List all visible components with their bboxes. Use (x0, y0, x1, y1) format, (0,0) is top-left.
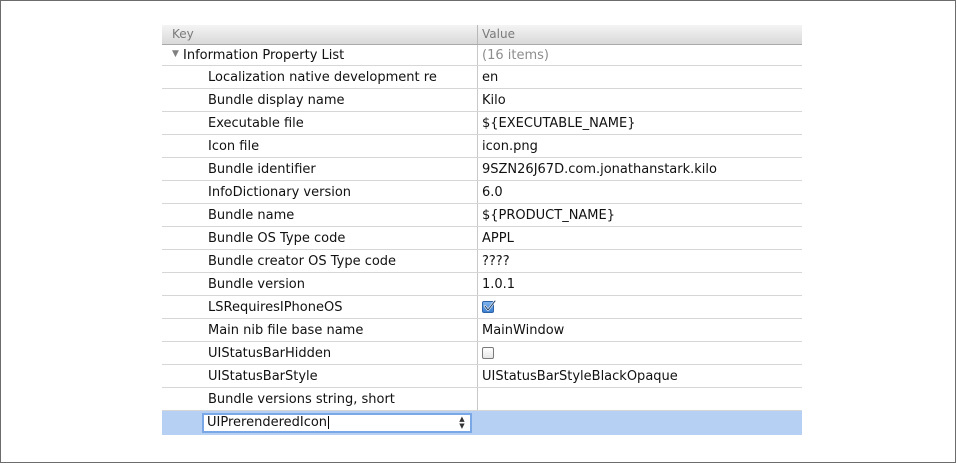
value-cell: MainWindow (477, 319, 802, 341)
checkbox-checked[interactable] (482, 299, 497, 313)
key-cell: Bundle versions string, short (208, 392, 395, 407)
table-row[interactable]: Bundle identifier 9SZN26J67D.com.jonathan… (162, 158, 802, 181)
value-cell: 6.0 (477, 181, 802, 203)
key-cell: Bundle version (208, 277, 306, 292)
value-cell: 9SZN26J67D.com.jonathanstark.kilo (477, 158, 802, 180)
value-cell (477, 388, 802, 410)
key-cell: UIStatusBarHidden (208, 346, 332, 361)
value-cell: UIStatusBarStyleBlackOpaque (477, 365, 802, 387)
value-cell: ${PRODUCT_NAME} (477, 204, 802, 226)
key-cell: Main nib file base name (208, 323, 364, 338)
table-row[interactable]: LSRequiresIPhoneOS (162, 296, 802, 319)
editing-value-cell[interactable] (477, 411, 802, 435)
key-cell: Bundle display name (208, 93, 345, 108)
value-cell: 1.0.1 (477, 273, 802, 295)
value-cell: APPL (477, 227, 802, 249)
value-cell (477, 342, 802, 364)
value-column-header[interactable]: Value (477, 25, 802, 44)
table-row[interactable]: Bundle name ${PRODUCT_NAME} (162, 204, 802, 227)
table-row[interactable]: Bundle versions string, short (162, 388, 802, 411)
editing-key-cell: UIPrerenderedIcon ▲ ▼ (162, 411, 477, 435)
table-row[interactable]: UIStatusBarHidden (162, 342, 802, 365)
key-cell: Localization native development re (208, 70, 437, 85)
column-header: Key Value (162, 25, 802, 45)
checkmark-icon (483, 299, 497, 311)
triangle-down-icon[interactable]: ▼ (172, 45, 183, 65)
table-row[interactable]: UIStatusBarStyle UIStatusBarStyleBlackOpa… (162, 365, 802, 388)
property-list-editor: Key Value ▼ Information Property List (16… (162, 25, 802, 437)
value-cell: ${EXECUTABLE_NAME} (477, 112, 802, 134)
table-row[interactable]: Icon file icon.png (162, 135, 802, 158)
key-cell: UIStatusBarStyle (208, 369, 318, 384)
value-cell: Kilo (477, 89, 802, 111)
value-cell: icon.png (477, 135, 802, 157)
value-cell: en (477, 66, 802, 88)
text-caret (328, 416, 330, 429)
table-row[interactable]: Bundle creator OS Type code???? (162, 250, 802, 273)
key-input-value: UIPrerenderedIcon (207, 415, 328, 430)
key-cell: LSRequiresIPhoneOS (208, 300, 343, 315)
table-row[interactable]: Bundle OS Type code APPL (162, 227, 802, 250)
table-row[interactable]: Localization native development re en (162, 66, 802, 89)
key-cell: Bundle identifier (208, 162, 316, 177)
key-cell: Bundle OS Type code (208, 231, 346, 246)
editing-row[interactable]: UIPrerenderedIcon ▲ ▼ (162, 411, 802, 435)
table-row[interactable]: Bundle version 1.0.1 (162, 273, 802, 296)
key-cell: Executable file (208, 116, 304, 131)
key-cell: InfoDictionary version (208, 185, 352, 200)
value-cell: ???? (477, 250, 802, 272)
key-column-header[interactable]: Key (162, 25, 477, 44)
root-key-cell: ▼ Information Property List (162, 45, 477, 65)
property-rows: ▼ Information Property List (16 items) Lo… (162, 45, 802, 435)
table-row[interactable]: Bundle display name Kilo (162, 89, 802, 112)
checkbox-unchecked[interactable] (482, 346, 494, 359)
table-row[interactable]: InfoDictionary version 6.0 (162, 181, 802, 204)
value-cell (477, 296, 802, 318)
table-row[interactable]: Main nib file base name MainWindow (162, 319, 802, 342)
key-cell: Bundle creator OS Type code (208, 254, 397, 269)
key-cell: Bundle name (208, 208, 295, 223)
root-row[interactable]: ▼ Information Property List (16 items) (162, 45, 802, 66)
key-cell: Icon file (208, 139, 260, 154)
root-key-label: Information Property List (183, 48, 345, 63)
up-down-stepper-icon[interactable]: ▲ ▼ (457, 416, 467, 430)
key-input-text[interactable]: UIPrerenderedIcon (207, 415, 330, 431)
key-combo-input[interactable]: UIPrerenderedIcon ▲ ▼ (202, 413, 472, 433)
table-row[interactable]: Executable file ${EXECUTABLE_NAME} (162, 112, 802, 135)
root-value-cell: (16 items) (477, 45, 802, 65)
